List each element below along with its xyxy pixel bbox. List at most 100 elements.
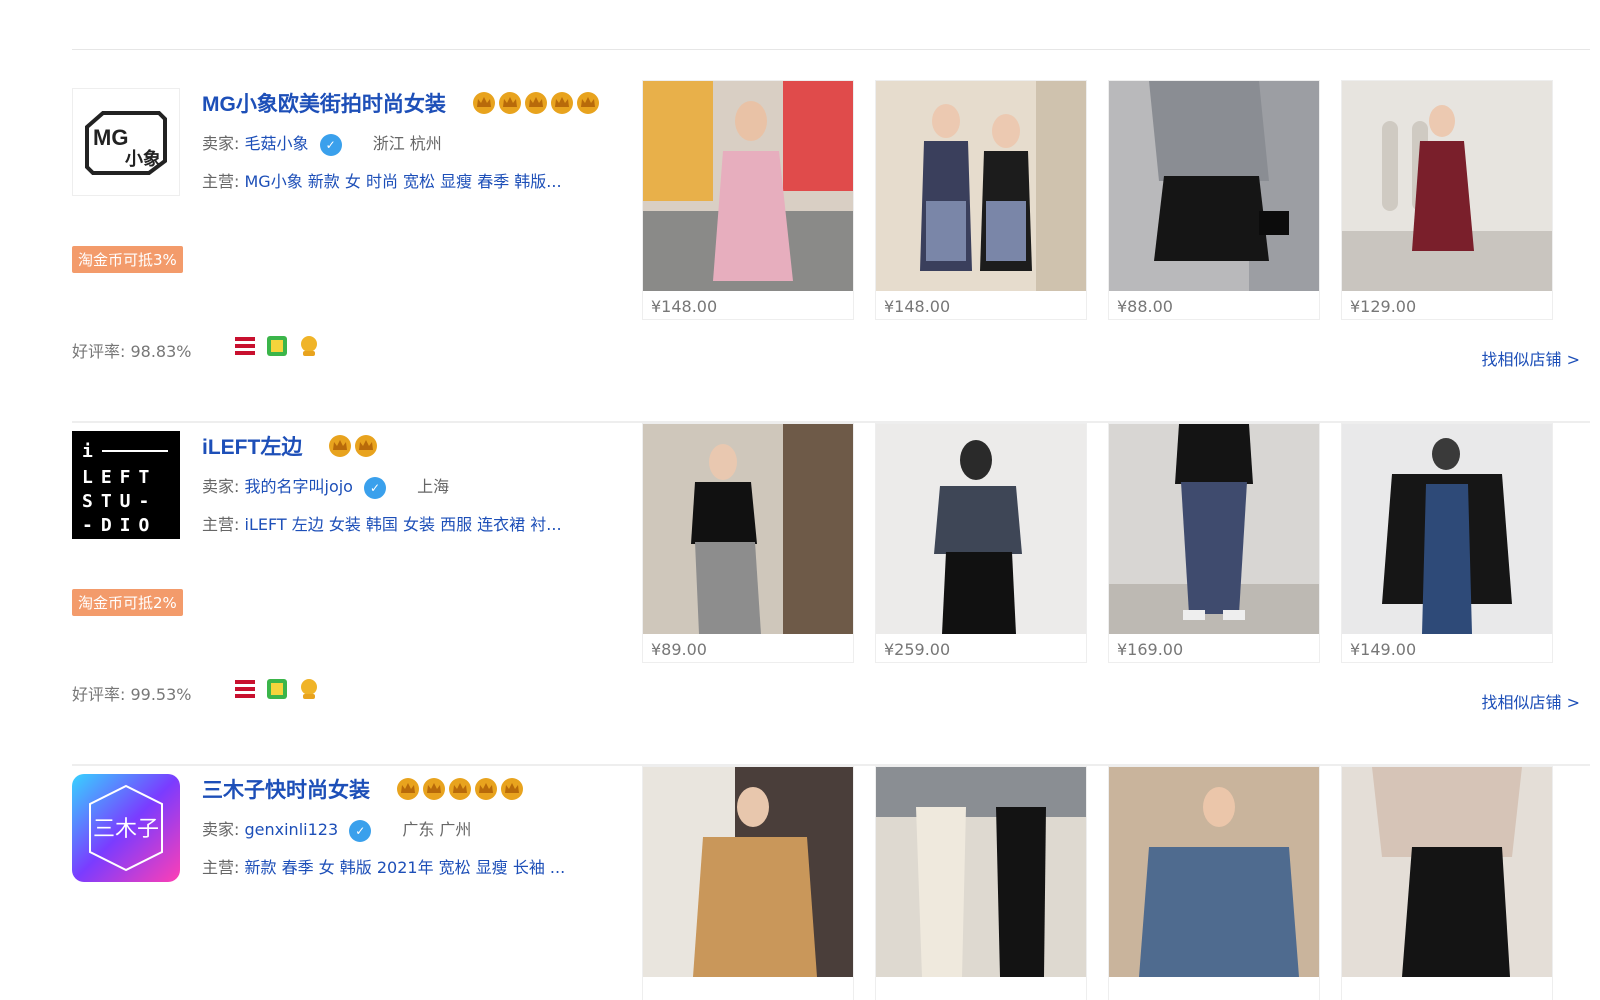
- seller-name[interactable]: genxinli123: [245, 820, 339, 839]
- crown-icon: [524, 92, 547, 114]
- product-card[interactable]: [642, 766, 854, 1000]
- product-price: ¥148.00: [884, 297, 951, 316]
- product-image[interactable]: [876, 81, 1086, 291]
- seller-label: 卖家:: [202, 477, 240, 496]
- product-card[interactable]: ¥148.00: [875, 80, 1087, 320]
- main-products-row: 主营: MG小象 新款 女 时尚 宽松 显瘦 春季 韩版...: [202, 168, 632, 192]
- gold-seller-icon[interactable]: [266, 334, 288, 358]
- gold-seller-icon[interactable]: [266, 677, 288, 701]
- product-image[interactable]: [876, 424, 1086, 634]
- top-divider: [72, 49, 1590, 50]
- main-label: 主营:: [202, 171, 240, 191]
- shop-name[interactable]: 三木子快时尚女装: [202, 774, 370, 804]
- shop-name[interactable]: MG小象欧美街拍时尚女装: [202, 88, 446, 118]
- main-keywords[interactable]: 新款 春季 女 韩版 2021年 宽松 显瘦 长袖 ...: [245, 858, 566, 877]
- seller-location: 广东 广州: [402, 820, 472, 839]
- product-image[interactable]: [1342, 81, 1552, 291]
- product-image[interactable]: [1109, 424, 1319, 634]
- coin-discount-tag: 淘金币可抵2%: [72, 589, 183, 616]
- product-image[interactable]: [1109, 767, 1319, 977]
- seller-row: 卖家: 毛菇小象 ✓ 浙江 杭州: [202, 130, 632, 156]
- product-price: ¥149.00: [1350, 640, 1417, 659]
- product-card[interactable]: ¥148.00: [642, 80, 854, 320]
- product-image[interactable]: [643, 81, 853, 291]
- product-list: ¥148.00 ¥148.00 ¥88.00 ¥129.00 找相似店铺 >: [642, 80, 1590, 369]
- service-icons: [234, 677, 320, 701]
- crown-icon: [475, 778, 498, 800]
- product-image[interactable]: [1342, 424, 1552, 634]
- product-image[interactable]: [876, 767, 1086, 977]
- product-price: ¥129.00: [1350, 297, 1417, 316]
- crown-rating: [471, 91, 601, 115]
- product-price: ¥89.00: [651, 640, 707, 659]
- seller-location: 浙江 杭州: [372, 134, 442, 153]
- seller-label: 卖家:: [202, 134, 240, 153]
- crown-icon: [423, 778, 446, 800]
- shop-card-2: i LEFT STU- -DIO iLEFT左边 卖家: 我的名字叫jojo ✓…: [72, 423, 1590, 766]
- crown-rating: [395, 777, 525, 801]
- crown-icon: [449, 778, 472, 800]
- main-keywords[interactable]: iLEFT 左边 女装 韩国 女装 西服 连衣裙 衬...: [245, 515, 562, 534]
- seller-name[interactable]: 毛菇小象: [245, 134, 309, 153]
- crown-icon: [397, 778, 420, 800]
- svg-text:三木子: 三木子: [93, 817, 159, 842]
- shop-logo[interactable]: 三木子: [72, 774, 180, 882]
- consumer-protection-icon[interactable]: [234, 677, 256, 701]
- product-price: ¥259.00: [884, 640, 951, 659]
- product-card[interactable]: ¥88.00: [1108, 80, 1320, 320]
- product-price: ¥88.00: [1117, 297, 1173, 316]
- svg-text:STU-: STU-: [82, 491, 157, 512]
- product-image[interactable]: [643, 424, 853, 634]
- verified-icon: ✓: [319, 133, 342, 156]
- main-keywords[interactable]: MG小象 新款 女 时尚 宽松 显瘦 春季 韩版...: [245, 172, 562, 191]
- seller-row: 卖家: genxinli123 ✓ 广东 广州: [202, 816, 632, 842]
- product-image[interactable]: [1109, 81, 1319, 291]
- product-image[interactable]: [643, 767, 853, 977]
- product-card[interactable]: ¥89.00: [642, 423, 854, 663]
- product-card[interactable]: ¥169.00: [1108, 423, 1320, 663]
- service-icon[interactable]: [298, 334, 320, 358]
- positive-rating: 好评率: 99.53%: [72, 685, 192, 704]
- seller-row: 卖家: 我的名字叫jojo ✓ 上海: [202, 473, 632, 499]
- product-card[interactable]: [1341, 766, 1553, 1000]
- shop-logo[interactable]: i LEFT STU- -DIO: [72, 431, 180, 539]
- coin-discount-tag: 淘金币可抵3%: [72, 246, 183, 273]
- svg-text:i: i: [82, 441, 93, 462]
- find-similar-shops-link[interactable]: 找相似店铺 >: [1482, 689, 1581, 713]
- main-products-row: 主营: iLEFT 左边 女装 韩国 女装 西服 连衣裙 衬...: [202, 511, 632, 535]
- product-card[interactable]: [875, 766, 1087, 1000]
- service-icons: [234, 334, 320, 358]
- seller-label: 卖家:: [202, 820, 240, 839]
- product-card[interactable]: ¥129.00: [1341, 80, 1553, 320]
- product-list: ¥89.00 ¥259.00 ¥169.00 ¥149.00 找相似店铺 >: [642, 423, 1590, 712]
- svg-text:LEFT: LEFT: [82, 467, 157, 488]
- crown-icon: [355, 435, 378, 457]
- crown-icon: [550, 92, 573, 114]
- svg-text:-DIO: -DIO: [82, 515, 157, 536]
- product-list: [642, 766, 1590, 1000]
- seller-location: 上海: [417, 477, 450, 496]
- product-image[interactable]: [1342, 767, 1552, 977]
- crown-icon: [472, 92, 495, 114]
- seller-name[interactable]: 我的名字叫jojo: [245, 477, 353, 496]
- product-card[interactable]: [1108, 766, 1320, 1000]
- product-price: ¥169.00: [1117, 640, 1184, 659]
- svg-text:小象: 小象: [125, 148, 161, 170]
- shop-card-1: MG 小象 MG小象欧美街拍时尚女装 卖家: 毛菇小象 ✓ 浙江 杭州 主营: …: [72, 80, 1590, 423]
- service-icon[interactable]: [298, 677, 320, 701]
- verified-icon: ✓: [364, 476, 387, 499]
- main-label: 主营:: [202, 514, 240, 534]
- crown-rating: [327, 434, 379, 458]
- crown-icon: [501, 778, 524, 800]
- main-products-row: 主营: 新款 春季 女 韩版 2021年 宽松 显瘦 长袖 ...: [202, 854, 632, 878]
- find-similar-shops-link[interactable]: 找相似店铺 >: [1482, 346, 1581, 370]
- svg-text:MG: MG: [93, 125, 128, 150]
- consumer-protection-icon[interactable]: [234, 334, 256, 358]
- shop-card-3: 三木子 三木子快时尚女装 卖家: genxinli123 ✓ 广东 广州 主营:…: [72, 766, 1590, 1000]
- verified-icon: ✓: [349, 819, 372, 842]
- product-card[interactable]: ¥149.00: [1341, 423, 1553, 663]
- crown-icon: [576, 92, 599, 114]
- shop-logo[interactable]: MG 小象: [72, 88, 180, 196]
- product-card[interactable]: ¥259.00: [875, 423, 1087, 663]
- shop-name[interactable]: iLEFT左边: [202, 431, 302, 461]
